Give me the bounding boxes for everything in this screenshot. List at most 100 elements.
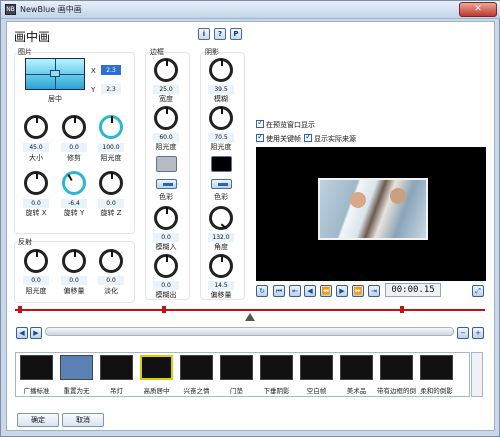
rotate-y-value[interactable]: -6.4 [61,199,87,208]
preset-thumbnail [140,355,173,380]
crop-value[interactable]: 0.0 [61,143,87,152]
preset-item[interactable]: 门垫 [217,353,256,398]
border-opacity-value[interactable]: 60.0 [153,133,179,142]
keyframe-marker[interactable] [162,306,166,313]
keyframe-timeline[interactable] [15,309,485,311]
x-label: X [91,67,96,75]
show-actual-source-checkbox[interactable]: 显示实际来源 [304,132,356,144]
next-frame-icon[interactable]: ⏩ [352,285,364,297]
preset-item[interactable]: 美术品 [337,353,376,398]
reflection-fade-label: 淡化 [104,287,118,295]
border-color-picker-button[interactable] [156,179,177,189]
preset-scrollbar[interactable] [471,352,483,397]
shadow-angle-value[interactable]: 132.0 [208,233,234,242]
reflection-group-label: 反射 [18,238,32,246]
y-field[interactable]: 2.3 [101,84,121,94]
preset-item[interactable]: 柔和的倒影 [417,353,456,398]
position-handle[interactable] [50,70,60,77]
shadow-opacity-knob[interactable] [209,106,233,130]
reflection-offset-value[interactable]: 0.0 [61,276,87,285]
preset-thumbnail [420,355,453,380]
preview-window-checkbox[interactable]: 在预览窗口显示 [256,118,315,130]
loop-icon[interactable]: ↻ [256,285,268,297]
shadow-angle-label: 角度 [214,243,228,251]
reflection-offset-knob[interactable] [62,249,86,273]
shadow-color-swatch[interactable] [211,156,232,172]
rotate-z-value[interactable]: 0.0 [98,199,124,208]
shadow-color-picker-button[interactable] [211,179,232,189]
border-width-value[interactable]: 25.0 [153,85,179,94]
rewind-start-icon[interactable]: ⏮ [273,285,285,297]
keyframe-marker[interactable] [18,306,22,313]
reflection-fade-knob[interactable] [99,249,123,273]
use-keyframes-checkbox[interactable]: 使用关键帧 [256,132,301,144]
preset-item[interactable]: 兴奋之情 [177,353,216,398]
prev-frame-icon[interactable]: ⏪ [320,285,332,297]
reflection-fade-value[interactable]: 0.0 [98,276,124,285]
shadow-opacity-value[interactable]: 70.5 [208,133,234,142]
next-keyframe-icon[interactable]: ⇥ [368,285,380,297]
preset-item[interactable]: 下垂阴影 [257,353,296,398]
presets-button[interactable]: P [230,28,242,40]
rotate-y-knob[interactable] [62,171,86,195]
border-width-knob[interactable] [154,58,178,82]
shadow-blur-value[interactable]: 39.5 [208,85,234,94]
page-title: 画中画 [14,30,51,44]
preset-item[interactable]: 广播标准 [17,353,56,398]
preset-item[interactable]: 高质居中 [137,353,176,398]
reflection-opacity-value[interactable]: 0.0 [23,276,49,285]
preset-item[interactable]: 重置为无 [57,353,96,398]
border-blur-in-value[interactable]: 0.0 [153,233,179,242]
preset-thumbnail [100,355,133,380]
crop-knob[interactable] [62,115,86,139]
reflection-opacity-label: 阻光度 [25,287,47,295]
shadow-blur-knob[interactable] [209,58,233,82]
border-blur-out-label: 模糊出 [155,291,177,299]
shadow-blur-label: 模糊 [214,95,228,103]
x-field[interactable]: 2.3 [101,65,121,75]
border-blur-out-value[interactable]: 0.0 [153,281,179,290]
preset-item[interactable]: 空白帧 [297,353,336,398]
shadow-angle-knob[interactable] [209,206,233,230]
fullscreen-icon[interactable]: ⤢ [472,285,484,297]
keyframe-marker[interactable] [400,306,404,313]
rotate-x-value[interactable]: 0.0 [23,199,49,208]
help-button[interactable]: ? [214,28,226,40]
play-icon[interactable]: ▶ [336,285,348,297]
preset-item[interactable]: 吊灯 [97,353,136,398]
y-label: Y [91,86,96,94]
rotate-x-label: 旋转 X [25,209,47,217]
border-width-label: 宽度 [159,95,173,103]
shadow-offset-value[interactable]: 14.5 [208,281,234,290]
ok-button[interactable]: 确定 [17,413,59,427]
preset-thumbnail [260,355,293,380]
border-blur-in-knob[interactable] [154,206,178,230]
timecode-display: 00:00.15 [385,283,441,297]
zoom-out-icon[interactable]: − [457,327,469,339]
cancel-button[interactable]: 取消 [62,413,104,427]
image-opacity-knob[interactable] [99,115,123,139]
timeline-scrollbar[interactable] [45,327,454,336]
preset-item[interactable]: 带有边框的倒影 [377,353,416,398]
close-button[interactable]: ✕ [459,2,497,17]
reflection-opacity-knob[interactable] [24,249,48,273]
rotate-z-label: 旋转 Z [100,209,122,217]
border-color-swatch[interactable] [156,156,177,172]
rotate-z-knob[interactable] [99,171,123,195]
step-back-icon[interactable]: ◀ [304,285,316,297]
rotate-x-knob[interactable] [24,171,48,195]
playhead-icon[interactable] [245,313,255,321]
shadow-offset-knob[interactable] [209,254,233,278]
border-blur-out-knob[interactable] [154,254,178,278]
border-opacity-knob[interactable] [154,106,178,130]
scroll-left-icon[interactable]: ◀ [16,327,28,339]
size-knob[interactable] [24,115,48,139]
image-opacity-value[interactable]: 100.0 [98,143,124,152]
info-button[interactable]: i [198,28,210,40]
use-keyframes-label: 使用关键帧 [266,135,301,143]
size-value[interactable]: 45.0 [23,143,49,152]
zoom-in-icon[interactable]: + [472,327,484,339]
scroll-right-icon[interactable]: ▶ [30,327,42,339]
prev-keyframe-icon[interactable]: ⇤ [289,285,301,297]
checkbox-check-icon [304,132,312,142]
